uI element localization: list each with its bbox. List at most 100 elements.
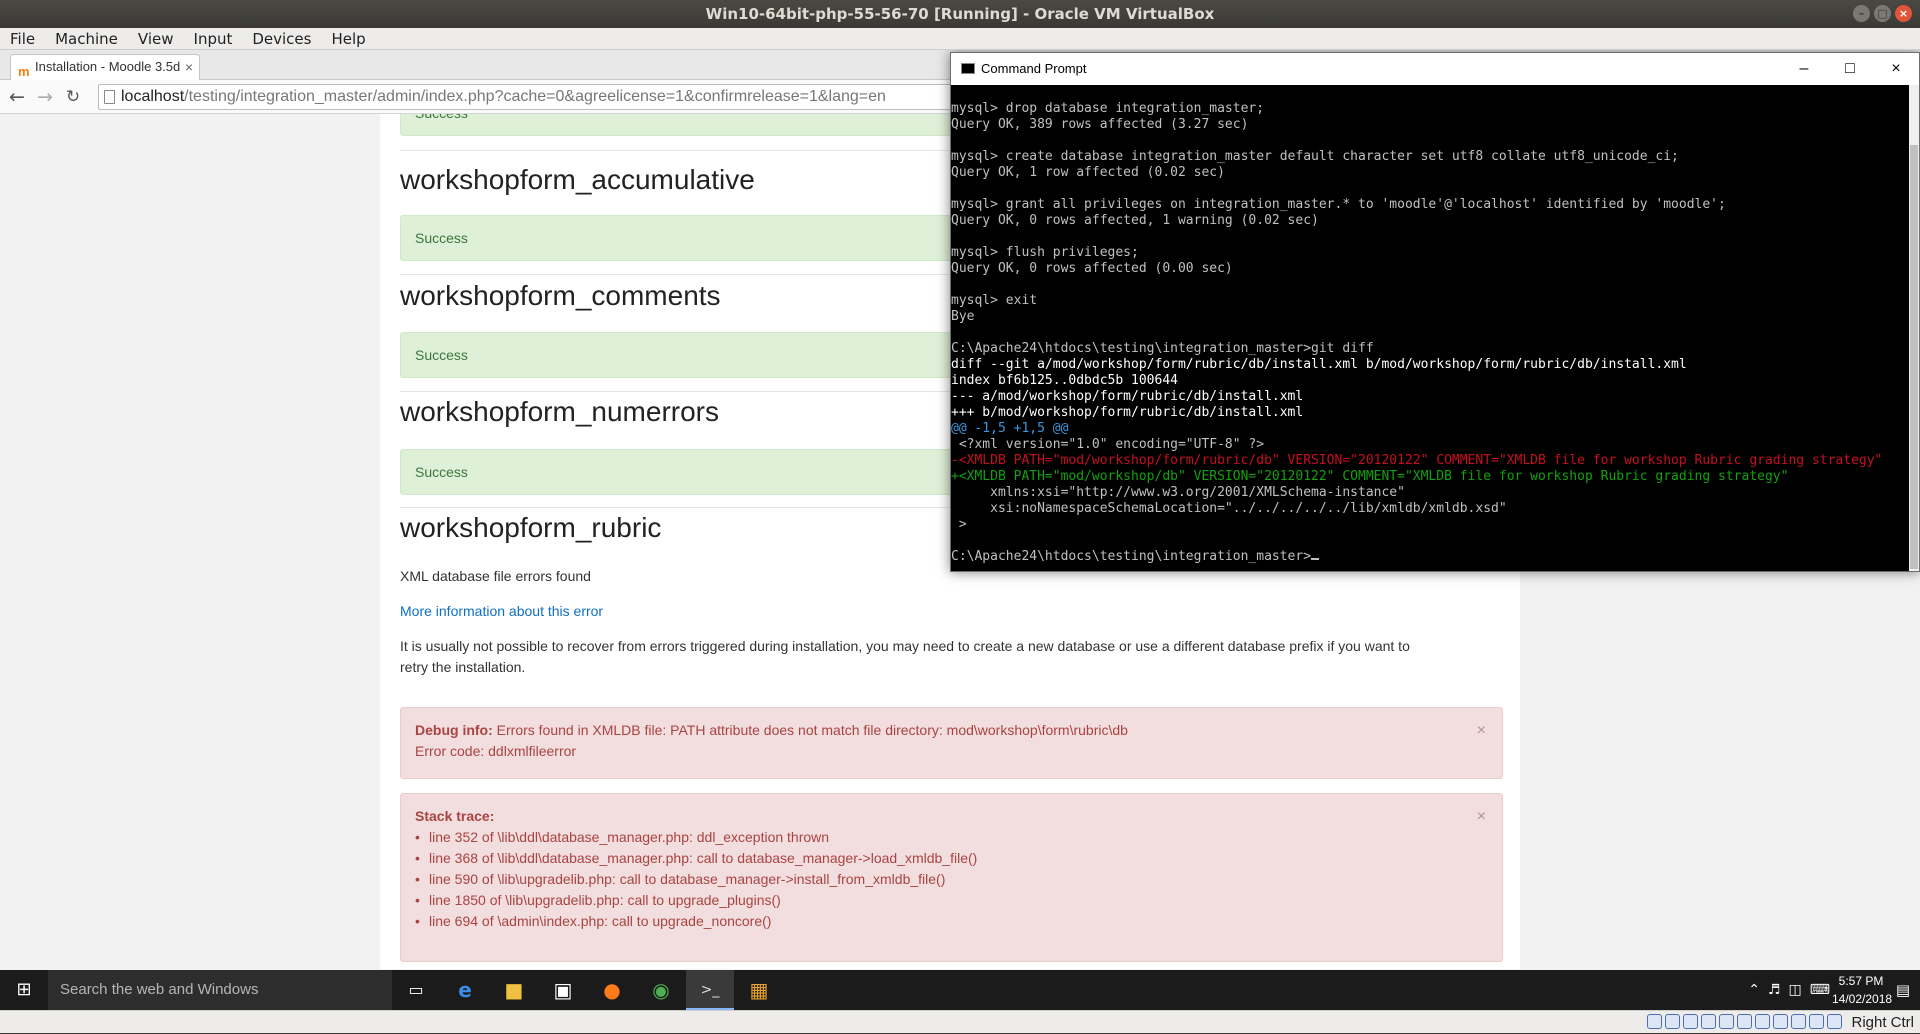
menu-input[interactable]: Input	[184, 28, 243, 49]
audio-icon[interactable]	[1683, 1014, 1698, 1029]
clock-date: 14/02/2018	[1832, 992, 1893, 1006]
dismiss-icon[interactable]: ×	[1477, 806, 1486, 827]
tab-title: Installation - Moodle 3.5d	[35, 59, 181, 74]
back-icon[interactable]: ←	[6, 86, 28, 108]
stack-trace-item: line 590 of \lib\upgradelib.php: call to…	[415, 869, 1488, 890]
cmd-line-text: mysql> drop database integration_master;	[951, 101, 1265, 116]
mouse-integration-icon[interactable]	[1809, 1014, 1824, 1029]
cmd-line-text: C:\Apache24\htdocs\testing\integration_m…	[951, 549, 1312, 564]
cmd-line: @@ -1,5 +1,5 @@	[951, 421, 1909, 437]
action-center-icon[interactable]: ▤	[1892, 970, 1914, 1010]
cmd-line: mysql> flush privileges;	[951, 245, 1909, 261]
taskbar-clock[interactable]: 5:57 PM 14/02/2018	[1832, 972, 1893, 1008]
cmd-scrollbar-thumb[interactable]	[1910, 145, 1918, 569]
cmd-line: mysql> grant all privileges on integrati…	[951, 197, 1909, 213]
usb-icon[interactable]	[1719, 1014, 1734, 1029]
host-key-label: Right Ctrl	[1851, 1014, 1914, 1031]
cmd-line-text	[951, 325, 959, 340]
hard-disk-icon[interactable]	[1647, 1014, 1662, 1029]
section-title: workshopform_comments	[400, 280, 721, 311]
stack-trace-item: line 352 of \lib\ddl\database_manager.ph…	[415, 827, 1488, 848]
guest-screen: m Installation - Moodle 3.5d × ← → ↻ loc…	[0, 50, 1920, 1010]
menu-devices[interactable]: Devices	[242, 28, 321, 49]
debug-label: Debug info:	[415, 722, 493, 738]
firefox-icon[interactable]: ●	[588, 970, 636, 1010]
cmd-line: -<XMLDB PATH="mod/workshop/form/rubric/d…	[951, 453, 1909, 469]
cmd-line-text	[951, 277, 959, 292]
reload-icon[interactable]: ↻	[62, 86, 84, 108]
recover-text-line1: It is usually not possible to recover fr…	[400, 638, 1410, 654]
sublime-icon[interactable]: ▦	[735, 970, 783, 1010]
cmd-line-text: --- a/mod/workshop/form/rubric/db/instal…	[951, 389, 1304, 404]
error-code: Error code: ddlxmlfileerror	[415, 743, 577, 759]
cmd-maximize-icon[interactable]: □	[1827, 53, 1873, 85]
cmd-scrollbar[interactable]	[1909, 85, 1919, 571]
shared-folders-icon[interactable]	[1737, 1014, 1752, 1029]
volume-icon[interactable]: ♬	[1768, 982, 1781, 998]
cmd-titlebar[interactable]: Command Prompt – □ ×	[951, 53, 1919, 85]
cmd-line-text: xmlns:xsi="http://www.w3.org/2001/XMLSch…	[951, 485, 1405, 500]
task-view-icon[interactable]: ▭	[392, 970, 440, 1010]
tab-close-icon[interactable]: ×	[185, 55, 193, 79]
page-icon	[104, 90, 115, 104]
tray-chevron-icon[interactable]: ⌃	[1748, 982, 1760, 998]
more-info-link[interactable]: More information about this error	[400, 601, 603, 622]
cmd-line: --- a/mod/workshop/form/rubric/db/instal…	[951, 389, 1909, 405]
cmd-line	[951, 181, 1909, 197]
cmd-app-icon	[961, 63, 975, 74]
cmd-minimize-icon[interactable]: –	[1781, 53, 1827, 85]
close-icon[interactable]: ×	[1895, 5, 1912, 22]
network-icon[interactable]: ◫	[1789, 982, 1802, 998]
cmd-line-text: xsi:noNamespaceSchemaLocation="../../../…	[951, 501, 1507, 516]
browser-tab[interactable]: m Installation - Moodle 3.5d ×	[10, 54, 200, 80]
virtualization-icon[interactable]	[1791, 1014, 1806, 1029]
section-title: workshopform_accumulative	[400, 164, 755, 195]
recover-text-line2: retry the installation.	[400, 659, 526, 675]
optical-drive-icon[interactable]	[1665, 1014, 1680, 1029]
menu-view[interactable]: View	[128, 28, 184, 49]
cmd-line-text: +++ b/mod/workshop/form/rubric/db/instal…	[951, 405, 1304, 420]
cmd-line	[951, 229, 1909, 245]
cmd-line	[951, 325, 1909, 341]
store-icon[interactable]: ▣	[539, 970, 587, 1010]
cmd-taskbar-icon[interactable]: >_	[686, 970, 734, 1010]
minimize-icon[interactable]: –	[1853, 5, 1870, 22]
display-icon[interactable]	[1755, 1014, 1770, 1029]
section-title: workshopform_numerrors	[400, 396, 719, 427]
cmd-output[interactable]: mysql> drop database integration_master;…	[951, 85, 1909, 571]
keyboard-capture-icon[interactable]	[1827, 1014, 1842, 1029]
cmd-line: +++ b/mod/workshop/form/rubric/db/instal…	[951, 405, 1909, 421]
command-prompt-window[interactable]: Command Prompt – □ × mysql> drop databas…	[950, 52, 1920, 572]
video-capture-icon[interactable]	[1773, 1014, 1788, 1029]
error-summary: XML database file errors found	[400, 568, 591, 584]
cmd-line-text	[951, 133, 959, 148]
menu-help[interactable]: Help	[321, 28, 375, 49]
virtualbox-titlebar: Win10-64bit-php-55-56-70 [Running] - Ora…	[0, 0, 1920, 28]
windows-start-icon[interactable]: ⊞	[0, 970, 48, 1010]
file-explorer-icon[interactable]: ■	[490, 970, 538, 1010]
cmd-line-text: @@ -1,5 +1,5 @@	[951, 421, 1069, 436]
cmd-line-text: mysql> grant all privileges on integrati…	[951, 197, 1726, 212]
keyboard-icon[interactable]: ⌨	[1810, 982, 1830, 998]
error-section-title: workshopform_rubric	[400, 512, 662, 543]
cmd-line-text	[951, 229, 959, 244]
maximize-icon[interactable]: □	[1874, 5, 1891, 22]
debug-info-alert: × Debug info: Errors found in XMLDB file…	[400, 707, 1503, 779]
window-title: Win10-64bit-php-55-56-70 [Running] - Ora…	[705, 5, 1215, 23]
windows-taskbar: ⊞ Search the web and Windows ▭ e ■ ▣ ● ◉…	[0, 970, 1920, 1010]
menu-file[interactable]: File	[0, 28, 45, 49]
edge-icon[interactable]: e	[441, 970, 489, 1010]
cmd-line: <?xml version="1.0" encoding="UTF-8" ?>	[951, 437, 1909, 453]
cmd-line-text: +<XMLDB PATH="mod/workshop/db" VERSION="…	[951, 469, 1789, 484]
chrome-icon[interactable]: ◉	[637, 970, 685, 1010]
dismiss-icon[interactable]: ×	[1477, 720, 1486, 741]
stack-trace-item: line 368 of \lib\ddl\database_manager.ph…	[415, 848, 1488, 869]
cmd-close-icon[interactable]: ×	[1873, 53, 1919, 85]
network-adapter-icon[interactable]	[1701, 1014, 1716, 1029]
taskbar-search[interactable]: Search the web and Windows	[48, 970, 392, 1010]
forward-icon[interactable]: →	[34, 86, 56, 108]
text-cursor	[1311, 558, 1320, 560]
cmd-line-text: <?xml version="1.0" encoding="UTF-8" ?>	[951, 437, 1265, 452]
cmd-line-text: Query OK, 1 row affected (0.02 sec)	[951, 165, 1225, 180]
menu-machine[interactable]: Machine	[45, 28, 128, 49]
